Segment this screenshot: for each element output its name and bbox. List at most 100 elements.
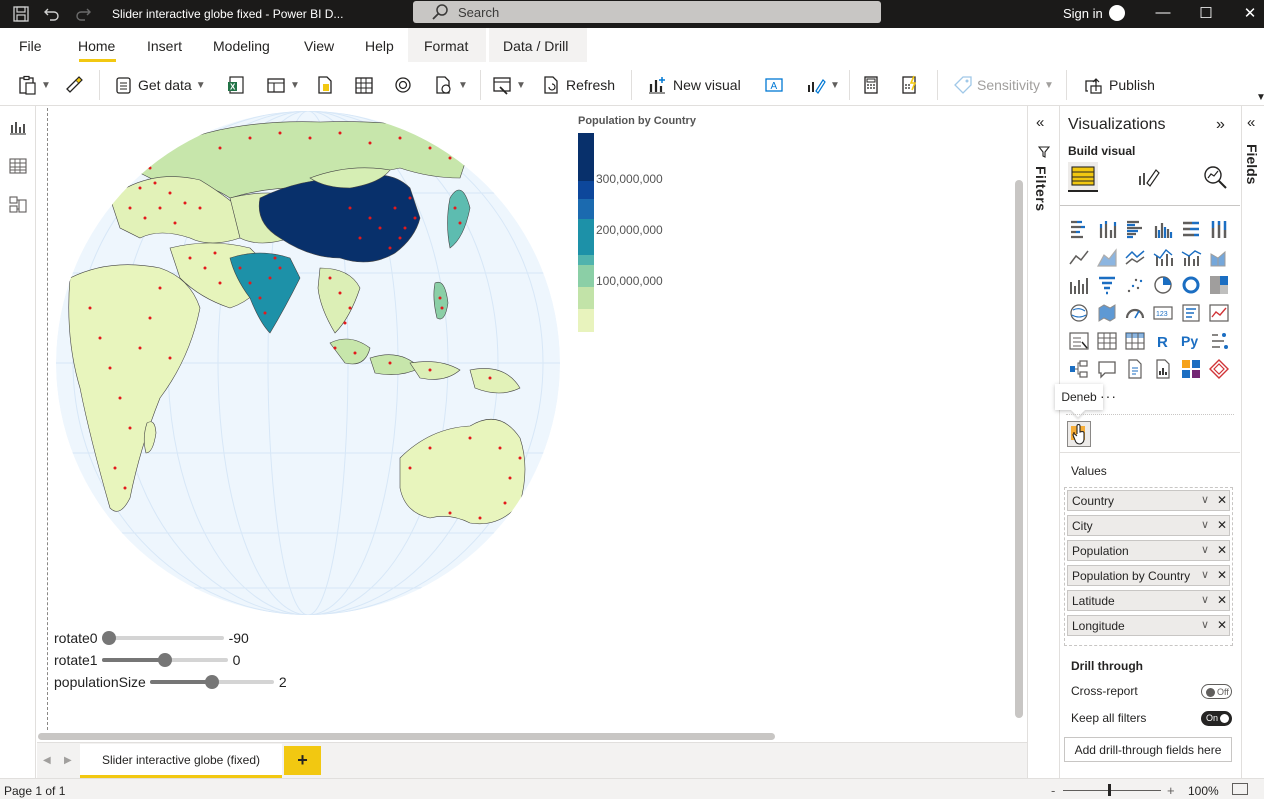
model-view-icon[interactable] <box>9 196 27 214</box>
more-visuals-icon[interactable]: ··· <box>1100 388 1117 404</box>
field-well-item[interactable]: Population ∨ ✕ <box>1067 540 1230 561</box>
refresh-button[interactable]: Refresh <box>542 73 615 97</box>
tab-file[interactable]: File <box>19 38 42 54</box>
field-well-item[interactable]: Longitude ∨ ✕ <box>1067 615 1230 636</box>
decomposition-tree-icon[interactable] <box>1068 358 1090 380</box>
slider-track[interactable] <box>149 675 274 689</box>
tab-help[interactable]: Help <box>365 38 394 54</box>
funnel-chart-icon[interactable] <box>1096 274 1118 296</box>
zoom-slider[interactable] <box>1063 790 1161 791</box>
line-chart-icon[interactable] <box>1068 246 1090 268</box>
chevron-down-icon[interactable]: ∨ <box>1201 568 1209 581</box>
100-stacked-bar-chart-icon[interactable] <box>1180 218 1202 240</box>
expand-filters-icon[interactable]: « <box>1036 114 1044 131</box>
sign-in-link[interactable]: Sign in <box>1063 6 1103 21</box>
qa-icon[interactable] <box>1096 358 1118 380</box>
scatter-chart-icon[interactable] <box>1124 274 1146 296</box>
tab-view[interactable]: View <box>304 38 334 54</box>
stacked-bar-chart-icon[interactable] <box>1068 218 1090 240</box>
get-data-button[interactable]: Get data ▼ <box>114 73 206 97</box>
cross-report-toggle[interactable]: Off <box>1201 684 1232 699</box>
data-hub-button[interactable]: ▼ <box>266 73 300 97</box>
python-visual-icon[interactable]: Py <box>1180 330 1202 352</box>
collapse-visualizations-icon[interactable]: » <box>1216 116 1225 134</box>
card-icon[interactable]: 123 <box>1152 302 1174 324</box>
datamart-button[interactable] <box>393 73 413 97</box>
dataverse-button[interactable] <box>316 73 334 97</box>
line-clustered-column-chart-icon[interactable] <box>1180 246 1202 268</box>
donut-chart-icon[interactable] <box>1180 274 1202 296</box>
slider-track[interactable] <box>101 631 224 645</box>
text-box-button[interactable]: A <box>764 73 784 97</box>
format-visual-icon[interactable] <box>1134 162 1164 192</box>
canvas-horizontal-scrollbar[interactable] <box>38 733 775 740</box>
redo-icon[interactable] <box>74 6 92 25</box>
excel-button[interactable]: X <box>226 73 248 97</box>
deneb-visual-button[interactable] <box>1067 421 1091 447</box>
zoom-thumb[interactable] <box>1108 784 1111 796</box>
multi-row-card-icon[interactable] <box>1180 302 1202 324</box>
matrix-icon[interactable] <box>1124 330 1146 352</box>
quick-measure-button[interactable] <box>900 73 920 97</box>
smart-narrative-icon[interactable] <box>1124 358 1146 380</box>
ribbon-chart-icon[interactable] <box>1208 246 1230 268</box>
100-stacked-column-chart-icon[interactable] <box>1208 218 1230 240</box>
filled-map-icon[interactable] <box>1096 302 1118 324</box>
maximize-button[interactable]: ☐ <box>1196 4 1216 22</box>
search-box[interactable]: Search <box>413 1 881 23</box>
next-page-icon[interactable]: ▶ <box>64 755 72 766</box>
stacked-area-chart-icon[interactable] <box>1124 246 1146 268</box>
data-view-icon[interactable] <box>9 157 27 175</box>
field-well-item[interactable]: City ∨ ✕ <box>1067 515 1230 536</box>
chevron-down-icon[interactable]: ∨ <box>1201 518 1209 531</box>
expand-fields-icon[interactable]: « <box>1247 114 1255 131</box>
r-visual-icon[interactable]: R <box>1152 330 1174 352</box>
zoom-out-button[interactable]: - <box>1051 783 1055 798</box>
chevron-down-icon[interactable]: ∨ <box>1201 593 1209 606</box>
slider-thumb[interactable] <box>157 653 172 667</box>
slicer-icon[interactable] <box>1068 330 1090 352</box>
clustered-bar-chart-icon[interactable] <box>1124 218 1146 240</box>
table-icon[interactable] <box>1096 330 1118 352</box>
gauge-icon[interactable] <box>1124 302 1146 324</box>
power-apps-icon[interactable] <box>1180 358 1202 380</box>
field-well-item[interactable]: Latitude ∨ ✕ <box>1067 590 1230 611</box>
build-visual-icon[interactable] <box>1068 162 1098 192</box>
clustered-column-chart-icon[interactable] <box>1152 218 1174 240</box>
paginated-report-icon[interactable] <box>1152 358 1174 380</box>
avatar[interactable] <box>1109 5 1125 21</box>
analytics-icon[interactable] <box>1200 162 1230 192</box>
paste-button[interactable]: ▼ <box>17 73 51 97</box>
transform-data-button[interactable]: ▼ <box>492 73 526 97</box>
add-page-button[interactable]: + <box>284 746 321 775</box>
tab-modeling[interactable]: Modeling <box>213 38 270 54</box>
chevron-down-icon[interactable]: ∨ <box>1201 493 1209 506</box>
fit-to-page-icon[interactable] <box>1232 783 1248 795</box>
undo-icon[interactable] <box>43 6 61 25</box>
waterfall-chart-icon[interactable] <box>1068 274 1090 296</box>
filters-label[interactable]: Filters <box>1033 166 1049 212</box>
add-drill-through-fields[interactable]: Add drill-through fields here <box>1064 737 1232 762</box>
power-automate-icon[interactable] <box>1208 358 1230 380</box>
globe-visual[interactable] <box>50 108 580 623</box>
zoom-in-button[interactable]: + <box>1167 783 1175 798</box>
new-measure-button[interactable] <box>862 73 880 97</box>
remove-field-icon[interactable]: ✕ <box>1217 618 1227 632</box>
new-visual-button[interactable]: New visual <box>647 73 741 97</box>
prev-page-icon[interactable]: ◀ <box>43 755 51 766</box>
area-chart-icon[interactable] <box>1096 246 1118 268</box>
fields-label[interactable]: Fields <box>1244 144 1260 184</box>
tab-insert[interactable]: Insert <box>147 38 182 54</box>
slider-track[interactable] <box>101 653 228 667</box>
close-button[interactable]: ✕ <box>1240 4 1260 22</box>
minimize-button[interactable]: — <box>1153 4 1173 21</box>
chevron-down-icon[interactable]: ∨ <box>1201 543 1209 556</box>
remove-field-icon[interactable]: ✕ <box>1217 518 1227 532</box>
stacked-column-chart-icon[interactable] <box>1096 218 1118 240</box>
slider-thumb[interactable] <box>101 631 116 645</box>
enter-data-button[interactable] <box>354 73 374 97</box>
key-influencers-icon[interactable] <box>1208 330 1230 352</box>
pie-chart-icon[interactable] <box>1152 274 1174 296</box>
tab-data-drill[interactable]: Data / Drill <box>503 38 568 54</box>
page-tab[interactable]: Slider interactive globe (fixed) <box>80 744 282 778</box>
